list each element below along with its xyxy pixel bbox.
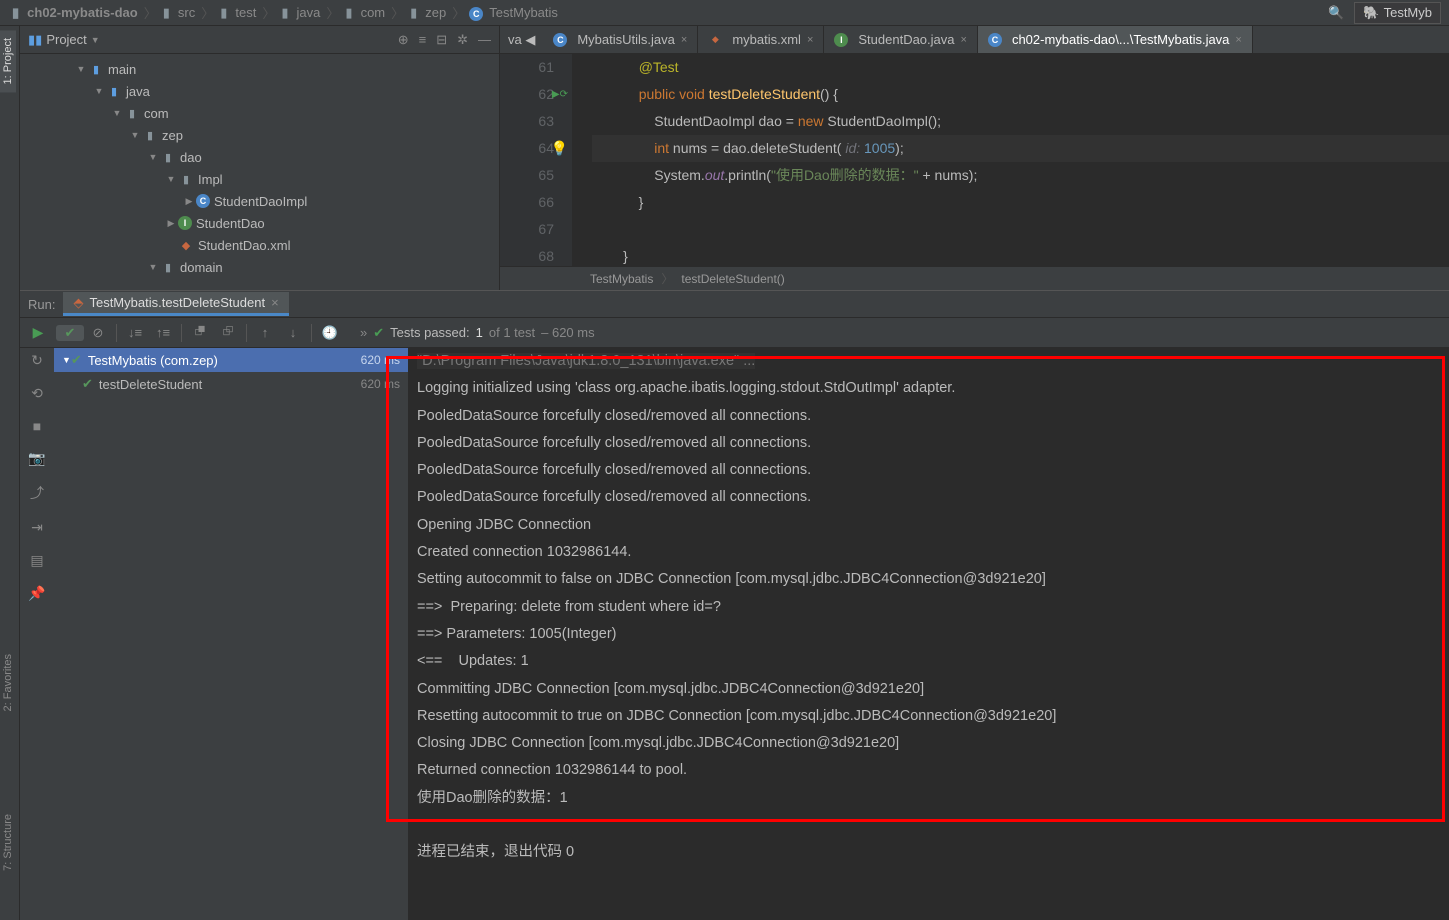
- structure-vtab[interactable]: 7: Structure: [0, 806, 16, 879]
- rerun-icon[interactable]: ↻: [31, 352, 43, 369]
- favorites-vtab[interactable]: 2: Favorites: [0, 646, 16, 719]
- config-tab[interactable]: 🐘 TestMyb: [1354, 2, 1441, 24]
- locate-icon[interactable]: ⊕: [398, 32, 409, 48]
- test-icon: ⬘: [73, 295, 83, 311]
- hide-icon[interactable]: —: [478, 32, 491, 48]
- chevron-down-icon: ▼: [91, 35, 100, 45]
- code-editor[interactable]: 6162▶⟳6364💡65666768 @Test public void te…: [500, 54, 1449, 266]
- test-tree[interactable]: ▼ ✔TestMybatis (com.zep)620 ms✔testDelet…: [54, 348, 409, 920]
- close-icon[interactable]: ×: [807, 34, 813, 46]
- tree-item[interactable]: ▼▮domain: [20, 256, 499, 278]
- collapse-all-icon[interactable]: ⮺: [214, 322, 242, 344]
- editor-tab[interactable]: IStudentDao.java×: [824, 26, 978, 53]
- expand-icon[interactable]: ≡: [419, 32, 427, 48]
- status-prefix: Tests passed:: [390, 325, 470, 340]
- test-row[interactable]: ▼ ✔TestMybatis (com.zep)620 ms: [54, 348, 408, 372]
- project-tool-window: ▮▮ Project ▼ ⊕ ≡ ⊟ ✲ — ▼▮main▼▮java▼▮com…: [20, 26, 500, 290]
- collapse-icon[interactable]: ⊟: [436, 32, 447, 48]
- run-tab-label: TestMybatis.testDeleteStudent: [89, 295, 265, 310]
- status-count: 1: [476, 325, 483, 340]
- close-icon[interactable]: ×: [271, 295, 279, 310]
- prev-icon[interactable]: ↑: [251, 325, 279, 340]
- exit-icon[interactable]: ⤴: [30, 483, 44, 503]
- run-tool-window: Run: ⬘ TestMybatis.testDeleteStudent × ▶…: [20, 290, 1449, 920]
- editor-tab[interactable]: ◆mybatis.xml×: [698, 26, 824, 53]
- project-title: Project: [46, 32, 86, 47]
- project-vtab[interactable]: 1: Project: [0, 30, 16, 92]
- next-icon[interactable]: ↓: [279, 325, 307, 340]
- expand-all-icon[interactable]: ⮻: [186, 322, 214, 344]
- breadcrumb[interactable]: ▮ch02-mybatis-dao〉▮src〉▮test〉▮java〉▮com〉…: [8, 3, 562, 22]
- show-ignored-icon[interactable]: ⊘: [84, 325, 112, 341]
- tree-item[interactable]: ▼▮Impl: [20, 168, 499, 190]
- editor-tab[interactable]: CMybatisUtils.java×: [543, 26, 698, 53]
- tree-item[interactable]: ▼▮zep: [20, 124, 499, 146]
- tree-item[interactable]: ▶CStudentDaoImpl: [20, 190, 499, 212]
- run-label: Run:: [28, 297, 55, 312]
- dump-icon[interactable]: 📷: [28, 450, 45, 467]
- tree-item[interactable]: ▼▮java: [20, 80, 499, 102]
- run-toolbar: ▶ ✔ ⊘ ↓≡ ↑≡ ⮻ ⮺ ↑ ↓ 🕘 » ✔ Tests passed: …: [20, 318, 1449, 348]
- elephant-icon: 🐘: [1363, 5, 1379, 21]
- config-label: TestMyb: [1384, 5, 1432, 20]
- close-icon[interactable]: ×: [1235, 34, 1241, 46]
- sort2-icon[interactable]: ↑≡: [149, 325, 177, 340]
- layout-icon[interactable]: ▤: [30, 552, 43, 569]
- tree-item[interactable]: ◆StudentDao.xml: [20, 234, 499, 256]
- left-gutter: 1: Project 2: Favorites 7: Structure: [0, 26, 20, 920]
- toggle-icon[interactable]: ⟲: [31, 385, 43, 402]
- show-passed-icon[interactable]: ✔: [56, 325, 84, 341]
- tree-item[interactable]: ▶IStudentDao: [20, 212, 499, 234]
- editor-tab[interactable]: Cch02-mybatis-dao\...\TestMybatis.java×: [978, 26, 1253, 53]
- editor-area: va ◀ CMybatisUtils.java×◆mybatis.xml×ISt…: [500, 26, 1449, 290]
- navigation-bar: ▮ch02-mybatis-dao〉▮src〉▮test〉▮java〉▮com〉…: [0, 0, 1449, 26]
- close-icon[interactable]: ×: [961, 34, 967, 46]
- project-header: ▮▮ Project ▼ ⊕ ≡ ⊟ ✲ —: [20, 26, 499, 54]
- project-tree[interactable]: ▼▮main▼▮java▼▮com▼▮zep▼▮dao▼▮Impl▶CStude…: [20, 54, 499, 290]
- folder-icon: ▮▮: [28, 32, 42, 48]
- editor-breadcrumb[interactable]: TestMybatis〉testDeleteStudent(): [500, 266, 1449, 290]
- editor-tab-bar: va ◀ CMybatisUtils.java×◆mybatis.xml×ISt…: [500, 26, 1449, 54]
- tree-item[interactable]: ▼▮com: [20, 102, 499, 124]
- console-output[interactable]: "D:\Program Files\Java\jdk1.8.0_131\bin\…: [409, 348, 1449, 920]
- run-icon[interactable]: ▶: [24, 324, 52, 341]
- prev-tab-arrow[interactable]: va ◀: [508, 32, 535, 48]
- import-icon[interactable]: ⇥: [31, 519, 43, 536]
- check-icon: ✔: [373, 325, 384, 341]
- status-mid: of 1 test: [489, 325, 535, 340]
- sort-icon[interactable]: ↓≡: [121, 325, 149, 340]
- gear-icon[interactable]: ✲: [457, 32, 468, 48]
- search-icon[interactable]: 🔍: [1328, 5, 1344, 21]
- run-side-toolbar: ↻ ⟲ ■ 📷 ⤴ ⇥ ▤ 📌: [20, 348, 54, 920]
- run-tab[interactable]: ⬘ TestMybatis.testDeleteStudent ×: [63, 292, 288, 316]
- tree-item[interactable]: ▼▮dao: [20, 146, 499, 168]
- project-view-selector[interactable]: ▮▮ Project ▼: [28, 32, 100, 48]
- tree-item[interactable]: ▼▮main: [20, 58, 499, 80]
- pin-icon[interactable]: 📌: [28, 585, 45, 602]
- close-icon[interactable]: ×: [681, 34, 687, 46]
- stop-icon[interactable]: ■: [33, 418, 41, 434]
- status-time: – 620 ms: [541, 325, 594, 340]
- test-row[interactable]: ✔testDeleteStudent620 ms: [54, 372, 408, 396]
- history-icon[interactable]: 🕘: [316, 325, 344, 341]
